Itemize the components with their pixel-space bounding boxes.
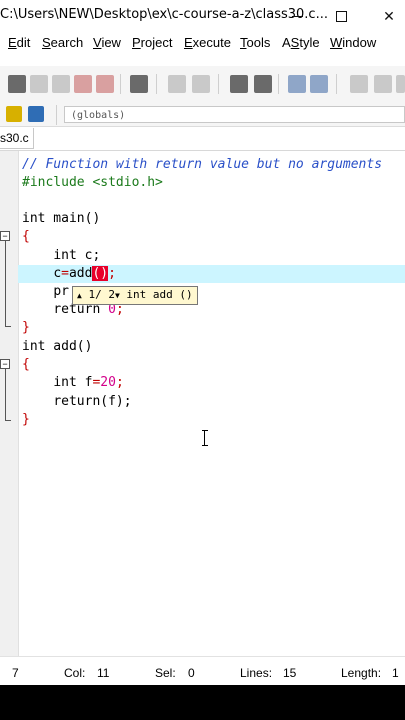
debug-icon[interactable] [96,75,114,93]
class-browser-icon[interactable] [6,106,22,122]
replace-icon[interactable] [254,75,272,93]
forward-icon[interactable] [374,75,392,93]
ide-window: C:\Users\NEW\Desktop\ex\c-course-a-z\cla… [0,0,405,685]
minimize-icon [291,16,303,17]
redo-icon[interactable] [192,75,210,93]
compile-run-icon[interactable] [52,75,70,93]
minimize-button[interactable] [284,4,310,28]
code-line: int add() [22,339,93,354]
status-line: 7 [12,666,19,680]
code-line-current: c=add(); [18,265,405,283]
tooltip-counter: 1/ 2 [88,288,115,301]
code-line: { [22,357,30,372]
fold-line [5,369,6,420]
status-sel-label: Sel: [155,666,176,680]
code-line: // Function with return value but no arg… [22,157,383,172]
status-lines-value: 15 [283,666,297,680]
code-line: #include <stdio.h> [22,175,163,190]
close-button[interactable]: ✕ [376,4,402,28]
status-length-value: 1 [392,666,399,680]
code-line: int main() [22,211,101,226]
file-tab[interactable]: s30.c [0,128,34,149]
fold-end [5,326,11,327]
menu-edit[interactable]: Edit [8,35,30,50]
text-cursor-icon [202,430,208,446]
rebuild-icon[interactable] [74,75,92,93]
maximize-button[interactable] [328,4,354,28]
signature-tooltip: ▲ 1/ 2▼ int add () [72,286,198,305]
undo-icon[interactable] [168,75,186,93]
main-toolbar [0,66,405,105]
toolbar-separator [336,74,337,94]
fold-line [5,241,6,326]
close-icon: ✕ [383,8,395,24]
toolbar-separator [218,74,219,94]
window-title: C:\Users\NEW\Desktop\ex\c-course-a-z\cla… [0,7,328,22]
code-line: } [22,320,30,335]
maximize-icon [335,11,347,22]
code-line: { [22,229,30,244]
print-icon[interactable] [130,75,148,93]
toolbar-separator [278,74,279,94]
editor-gutter [0,151,19,656]
fold-toggle-icon[interactable]: − [0,231,10,241]
fold-toggle-icon[interactable]: − [0,359,10,369]
run-icon[interactable] [30,75,48,93]
scope-dropdown[interactable]: (globals) [64,106,405,123]
title-bar: C:\Users\NEW\Desktop\ex\c-course-a-z\cla… [0,0,405,32]
menu-bar: Edit Search View Project Execute Tools A… [0,32,405,54]
code-line: int f=20; [53,375,124,390]
tooltip-up-icon[interactable]: ▲ [77,291,82,300]
code-editor[interactable]: − − // Function with return value but no… [0,151,405,656]
status-col-value: 11 [97,666,110,680]
menu-search[interactable]: Search [42,35,83,50]
fold-end [5,420,11,421]
menu-window[interactable]: Window [330,35,376,50]
more-icon[interactable] [396,75,405,93]
menu-view[interactable]: View [93,35,121,50]
menu-tools[interactable]: Tools [240,35,270,50]
insert-icon[interactable] [28,106,44,122]
status-lines-label: Lines: [240,666,273,680]
unindent-icon[interactable] [310,75,328,93]
menu-astyle[interactable]: AStyle [282,35,320,50]
tab-bar: s30.c [0,128,405,150]
compile-icon[interactable] [8,75,26,93]
menu-execute[interactable]: Execute [184,35,231,50]
toolbar-separator [56,105,57,125]
status-length-label: Length: [341,666,382,680]
menu-project[interactable]: Project [132,35,172,50]
code-line: } [22,412,30,427]
toolbar-separator [120,74,121,94]
code-line: int c; [53,248,101,263]
find-icon[interactable] [230,75,248,93]
back-icon[interactable] [350,75,368,93]
status-sel-value: 0 [188,666,195,680]
class-toolbar: (globals) [0,104,405,127]
toolbar-separator [156,74,157,94]
tooltip-signature: int add () [126,288,193,301]
code-line: return(f); [53,394,132,409]
indent-icon[interactable] [288,75,306,93]
status-bar: 7 Col: 11 Sel: 0 Lines: 15 Length: 1 [0,656,405,685]
status-col-label: Col: [64,666,86,680]
tooltip-down-icon[interactable]: ▼ [115,291,120,300]
